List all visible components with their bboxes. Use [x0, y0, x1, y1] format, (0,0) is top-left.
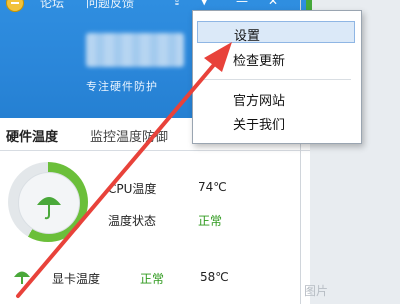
minimize-icon[interactable]: —: [236, 0, 248, 8]
menu-item-settings[interactable]: 设置: [197, 21, 355, 44]
tab-hardware-temperature[interactable]: 硬件温度: [6, 126, 58, 145]
cpu-temp-value: 74℃: [198, 180, 227, 194]
blurred-logo-area: [86, 33, 184, 67]
gpu-temp-label: 显卡温度: [52, 272, 101, 286]
watermark-text: 图片: [304, 284, 329, 298]
menu-item-official-site[interactable]: 官方网站: [197, 87, 355, 109]
forum-link[interactable]: 论坛: [40, 0, 64, 11]
menu-item-check-update[interactable]: 检查更新: [197, 47, 355, 69]
menu-item-about-us[interactable]: 关于我们: [197, 111, 355, 133]
cpu-temp-label: CPU温度: [108, 182, 157, 196]
menu-item-about-us-label: 关于我们: [233, 118, 286, 133]
settings-dropdown-menu: 设置 检查更新 官方网站 关于我们: [192, 10, 362, 144]
temp-status-value: 正常: [198, 214, 223, 228]
umbrella-icon: [37, 197, 61, 220]
temp-status-label: 温度状态: [108, 214, 157, 228]
app-logo-icon: [6, 0, 24, 12]
menu-item-settings-label: 设置: [234, 29, 261, 44]
cpu-temperature-gauge: [8, 162, 88, 242]
gpu-status-value: 正常: [140, 272, 165, 286]
menu-item-check-update-label: 检查更新: [233, 54, 286, 69]
slogan-text: 专注硬件防护: [86, 80, 158, 93]
close-icon[interactable]: ✕: [268, 0, 278, 8]
menu-item-official-site-label: 官方网站: [233, 94, 286, 109]
share-icon[interactable]: ⇪: [172, 0, 182, 8]
dropdown-icon[interactable]: ▼: [200, 0, 208, 7]
gauge-center: [18, 172, 80, 234]
gpu-temp-value: 58℃: [200, 270, 229, 284]
menu-separator: [201, 79, 351, 80]
tab-monitor-defense[interactable]: 监控温度防御: [90, 126, 168, 145]
feedback-link[interactable]: 问题反馈: [86, 0, 134, 11]
gpu-umbrella-icon: [14, 271, 30, 284]
